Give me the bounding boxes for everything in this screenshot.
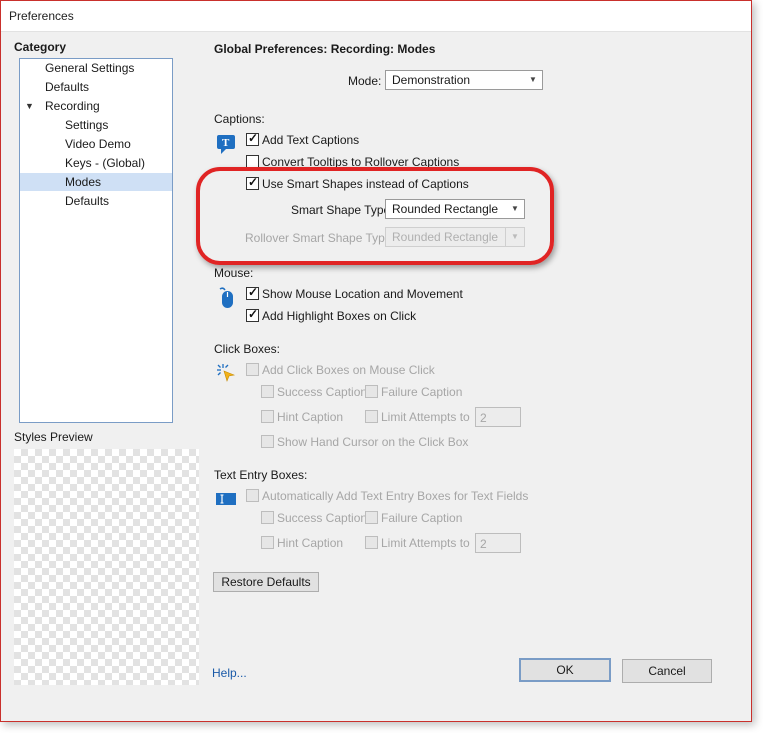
click-success-caption-checkbox bbox=[261, 385, 274, 398]
auto-add-text-entry-label: Automatically Add Text Entry Boxes for T… bbox=[262, 489, 529, 503]
text-failure-caption-checkbox bbox=[365, 511, 378, 524]
tree-item-keys-global[interactable]: Keys - (Global) bbox=[20, 154, 172, 172]
add-click-boxes-label: Add Click Boxes on Mouse Click bbox=[262, 363, 435, 377]
tree-item-settings[interactable]: Settings bbox=[20, 116, 172, 134]
click-limit-attempts-value: 2 bbox=[480, 411, 487, 425]
click-boxes-heading: Click Boxes: bbox=[214, 342, 281, 356]
category-heading: Category bbox=[14, 40, 67, 54]
add-text-captions-checkbox[interactable]: ✓ bbox=[246, 131, 259, 146]
text-hint-caption-label: Hint Caption bbox=[277, 536, 344, 550]
text-success-caption-checkbox bbox=[261, 511, 274, 524]
help-link[interactable]: Help... bbox=[212, 666, 247, 680]
text-limit-attempts-checkbox bbox=[365, 536, 378, 549]
show-mouse-location-checkbox[interactable]: ✓ bbox=[246, 285, 259, 300]
text-limit-attempts-value: 2 bbox=[480, 537, 487, 551]
text-hint-caption-checkbox bbox=[261, 536, 274, 549]
tree-item-defaults-recording[interactable]: Defaults bbox=[20, 192, 172, 210]
tree-item-label: Modes bbox=[65, 175, 102, 189]
click-failure-caption-label: Failure Caption bbox=[381, 385, 463, 399]
show-mouse-location-label: Show Mouse Location and Movement bbox=[262, 287, 463, 301]
tree-item-label: Settings bbox=[65, 118, 109, 132]
tree-item-defaults[interactable]: Defaults bbox=[20, 78, 172, 96]
page-title: Global Preferences: Recording: Modes bbox=[214, 42, 436, 56]
mode-label: Mode: bbox=[348, 74, 382, 88]
click-hint-caption-label: Hint Caption bbox=[277, 410, 344, 424]
show-hand-cursor-checkbox bbox=[261, 435, 274, 448]
text-entry-icon bbox=[216, 492, 236, 509]
styles-preview-heading: Styles Preview bbox=[14, 430, 93, 444]
text-failure-caption-label: Failure Caption bbox=[381, 511, 463, 525]
category-tree[interactable]: General Settings Defaults ▼ Recording Se… bbox=[19, 58, 173, 423]
mouse-heading: Mouse: bbox=[214, 266, 254, 280]
highlight-annotation bbox=[196, 167, 554, 265]
click-hint-caption-checkbox bbox=[261, 410, 274, 423]
tree-item-label: Defaults bbox=[65, 194, 110, 208]
tree-item-recording[interactable]: ▼ Recording bbox=[20, 97, 172, 115]
title-bar: Preferences bbox=[1, 1, 751, 32]
tree-item-modes[interactable]: Modes bbox=[20, 173, 172, 191]
text-limit-attempts-input: 2 bbox=[475, 533, 521, 553]
add-text-captions-label: Add Text Captions bbox=[262, 133, 360, 147]
tree-item-label: Keys - (Global) bbox=[65, 156, 146, 170]
svg-text:T: T bbox=[222, 137, 230, 149]
text-limit-attempts-label: Limit Attempts to bbox=[381, 536, 470, 550]
cancel-button[interactable]: Cancel bbox=[622, 659, 712, 683]
click-success-caption-label: Success Caption bbox=[277, 385, 368, 399]
tree-item-label: Defaults bbox=[45, 80, 90, 94]
tree-item-label: Video Demo bbox=[65, 137, 131, 151]
click-limit-attempts-checkbox bbox=[365, 410, 378, 423]
text-caption-icon: T bbox=[217, 135, 235, 154]
auto-add-text-entry-checkbox bbox=[246, 489, 259, 502]
mode-select[interactable]: Demonstration ▼ bbox=[385, 70, 543, 90]
add-click-boxes-checkbox bbox=[246, 363, 259, 376]
styles-preview-area bbox=[14, 449, 199, 685]
click-box-icon bbox=[216, 363, 236, 386]
click-failure-caption-checkbox bbox=[365, 385, 378, 398]
tree-item-video-demo[interactable]: Video Demo bbox=[20, 135, 172, 153]
mouse-icon bbox=[217, 287, 235, 312]
tree-item-general-settings[interactable]: General Settings bbox=[20, 59, 172, 77]
highlight-boxes-label: Add Highlight Boxes on Click bbox=[262, 309, 417, 323]
show-hand-cursor-label: Show Hand Cursor on the Click Box bbox=[277, 435, 469, 449]
chevron-down-icon: ▼ bbox=[529, 75, 537, 84]
text-success-caption-label: Success Caption bbox=[277, 511, 368, 525]
collapse-arrow-icon[interactable]: ▼ bbox=[25, 97, 34, 115]
click-limit-attempts-input: 2 bbox=[475, 407, 521, 427]
highlight-boxes-checkbox[interactable]: ✓ bbox=[246, 307, 259, 322]
tree-item-label: Recording bbox=[45, 99, 100, 113]
ok-button[interactable]: OK bbox=[519, 658, 611, 682]
tree-item-label: General Settings bbox=[45, 61, 135, 75]
restore-defaults-button[interactable]: Restore Defaults bbox=[213, 572, 319, 592]
window-title: Preferences bbox=[9, 9, 74, 23]
preferences-dialog: Preferences Category General Settings De… bbox=[0, 0, 752, 722]
text-entry-heading: Text Entry Boxes: bbox=[214, 468, 308, 482]
mode-select-value: Demonstration bbox=[392, 73, 471, 87]
click-limit-attempts-label: Limit Attempts to bbox=[381, 410, 470, 424]
captions-heading: Captions: bbox=[214, 112, 265, 126]
